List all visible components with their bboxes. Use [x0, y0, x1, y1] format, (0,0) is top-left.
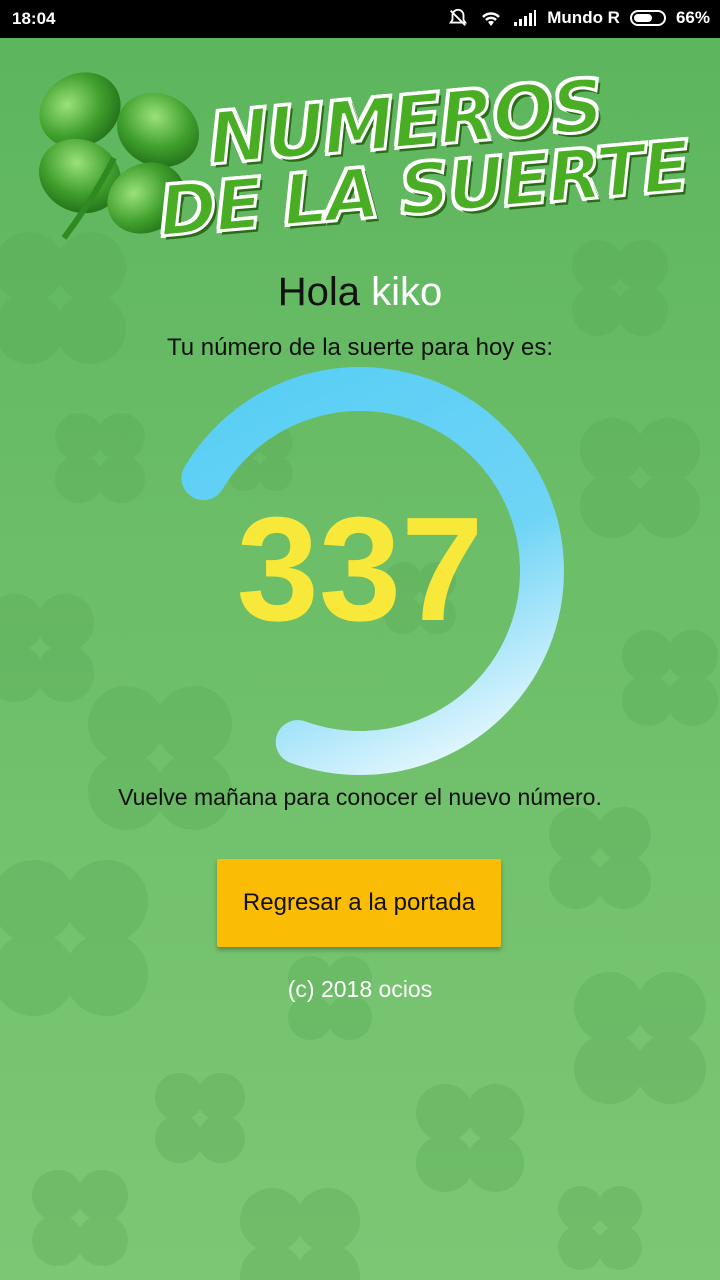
app-logo: NUMEROS DE LA SUERTE: [18, 48, 708, 258]
status-bar: 18:04 Mundo R 66%: [0, 0, 720, 38]
mute-notification-icon: [447, 7, 469, 29]
battery-percent: 66%: [675, 8, 710, 27]
carrier-name: Mundo R: [547, 8, 620, 27]
copyright: (c) 2018 ocios: [287, 976, 433, 1002]
greeting: Hola kiko: [0, 270, 720, 315]
subtitle: Tu número de la suerte para hoy es:: [167, 334, 553, 361]
status-time: 18:04: [12, 9, 56, 28]
screen: 18:04 Mundo R 66% NUMEROS DE LA SUERTE H…: [0, 0, 720, 1280]
battery-icon: [629, 10, 666, 26]
greeting-username: kiko: [371, 270, 443, 314]
footnote: Vuelve mañana para conocer el nuevo núme…: [118, 784, 602, 810]
signal-icon: [513, 9, 537, 27]
wifi-icon: [479, 8, 503, 28]
lucky-number: 337: [236, 487, 484, 652]
battery-level: [633, 14, 652, 22]
status-icons: Mundo R 66%: [447, 7, 710, 29]
greeting-hello: Hola: [277, 270, 360, 314]
back-to-home-button[interactable]: Regresar a la portada: [217, 859, 501, 947]
